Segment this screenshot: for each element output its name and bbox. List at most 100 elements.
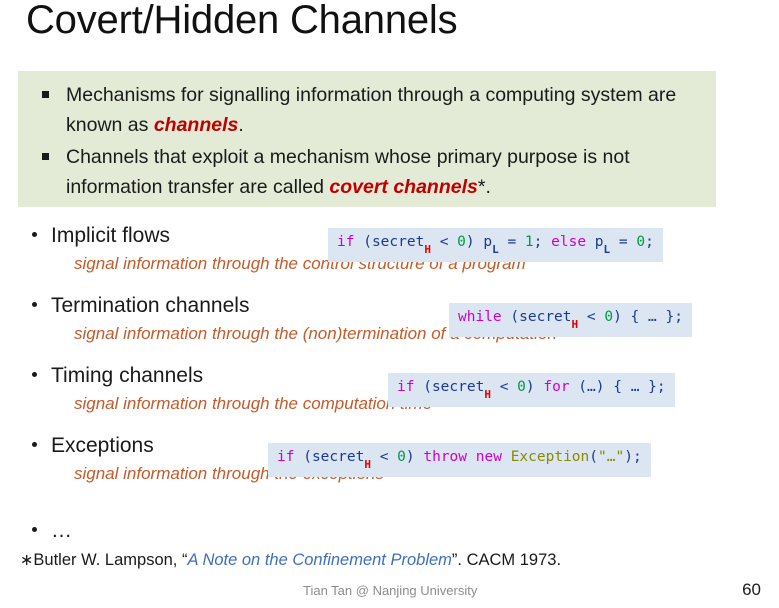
code-token: ( bbox=[363, 234, 372, 250]
topic-more: … bbox=[18, 518, 72, 544]
callout-text-suffix: . bbox=[485, 176, 491, 198]
dot-bullet-icon bbox=[32, 372, 37, 377]
code-token: ) bbox=[465, 234, 475, 250]
code-token: "…" bbox=[598, 449, 625, 465]
callout-emphasis: covert channels bbox=[329, 176, 478, 198]
code-token: secret bbox=[431, 379, 485, 395]
footnote-after: ”. CACM 1973. bbox=[451, 551, 562, 569]
code-token: 0 bbox=[457, 234, 466, 250]
page-number: 60 bbox=[742, 580, 761, 599]
code-token: if bbox=[337, 234, 355, 250]
code-token: = bbox=[507, 234, 517, 250]
code-token: H bbox=[364, 457, 371, 471]
code-token: secret bbox=[311, 449, 365, 465]
footnote-marker: ∗ bbox=[20, 552, 34, 569]
code-token: ; bbox=[632, 449, 642, 465]
code-token: 0 bbox=[397, 449, 406, 465]
code-token: ) bbox=[525, 379, 535, 395]
code-token: 0 bbox=[604, 309, 614, 325]
footnote-before: Butler W. Lampson, “ bbox=[33, 551, 188, 569]
callout-item-text: Mechanisms for signalling information th… bbox=[66, 80, 706, 140]
dot-bullet-icon bbox=[32, 442, 37, 447]
code-token: … bbox=[621, 379, 649, 395]
dot-bullet-icon bbox=[32, 302, 37, 307]
code-token: ) bbox=[405, 449, 415, 465]
code-token: ( bbox=[510, 309, 520, 325]
square-bullet-icon bbox=[42, 91, 49, 98]
code-snippet-implicit-flows: if (secretH < 0) pL = 1; else pL = 0; bbox=[328, 228, 663, 262]
code-token: ) bbox=[624, 449, 633, 465]
code-token: ( bbox=[423, 379, 432, 395]
code-token: secret bbox=[519, 309, 572, 325]
callout-item: Channels that exploit a mechanism whose … bbox=[28, 142, 706, 202]
code-token: ( bbox=[303, 449, 312, 465]
code-token: { bbox=[630, 309, 640, 325]
code-snippet-exceptions: if (secretH < 0) throw new Exception("…"… bbox=[268, 443, 651, 477]
code-token: if bbox=[277, 449, 295, 465]
code-token: ; bbox=[645, 234, 654, 250]
footer-credit: Tian Tan @ Nanjing University bbox=[303, 583, 478, 598]
topic-more-label: … bbox=[51, 519, 72, 542]
topic-label: Timing channels bbox=[51, 364, 204, 387]
dot-bullet-icon bbox=[32, 232, 37, 237]
code-token: 1 bbox=[524, 234, 534, 250]
code-token: } bbox=[665, 309, 675, 325]
topic-label: Termination channels bbox=[51, 294, 250, 317]
code-token: while bbox=[458, 309, 502, 325]
code-token: L bbox=[492, 242, 499, 256]
slide-canvas: Covert/Hidden Channels Mechanisms for si… bbox=[0, 0, 779, 608]
page-title: Covert/Hidden Channels bbox=[26, 0, 458, 42]
code-token: L bbox=[603, 242, 611, 256]
callout-list: Mechanisms for signalling information th… bbox=[18, 71, 716, 202]
code-token: = bbox=[618, 234, 628, 250]
code-token: { bbox=[613, 379, 622, 395]
code-token: H bbox=[424, 242, 431, 256]
dot-bullet-icon bbox=[32, 527, 37, 532]
code-token: secret bbox=[371, 234, 425, 250]
code-token: p bbox=[483, 234, 493, 250]
code-token: for bbox=[543, 379, 570, 395]
code-token: ; bbox=[656, 379, 666, 395]
code-token: … bbox=[639, 309, 666, 325]
code-token: ; bbox=[674, 309, 683, 325]
code-token: < bbox=[586, 309, 596, 325]
callout-emphasis: channels bbox=[153, 114, 239, 136]
code-token: throw bbox=[423, 449, 468, 465]
code-token: new bbox=[475, 449, 502, 465]
square-bullet-icon bbox=[42, 153, 49, 160]
code-token: 0 bbox=[636, 234, 646, 250]
callout-box: Mechanisms for signalling information th… bbox=[18, 71, 716, 207]
callout-item: Mechanisms for signalling information th… bbox=[28, 80, 706, 140]
topic-label: Implicit flows bbox=[51, 224, 171, 247]
code-token: H bbox=[571, 317, 579, 331]
callout-text-suffix: . bbox=[238, 114, 244, 136]
code-token: ) bbox=[613, 309, 622, 325]
code-snippet-termination-channels: while (secretH < 0) { … }; bbox=[449, 303, 692, 337]
code-token: else bbox=[551, 234, 587, 250]
code-token: } bbox=[648, 379, 657, 395]
code-snippet-timing-channels: if (secretH < 0) for (…) { … }; bbox=[388, 373, 675, 407]
topic-label: Exceptions bbox=[51, 434, 154, 457]
code-token: 0 bbox=[517, 379, 526, 395]
callout-item-text: Channels that exploit a mechanism whose … bbox=[66, 142, 706, 202]
footnote-link[interactable]: A Note on the Confinement Problem bbox=[187, 551, 451, 569]
footnote: ∗Butler W. Lampson, “A Note on the Confi… bbox=[20, 549, 561, 572]
code-token: Exception bbox=[510, 449, 590, 465]
